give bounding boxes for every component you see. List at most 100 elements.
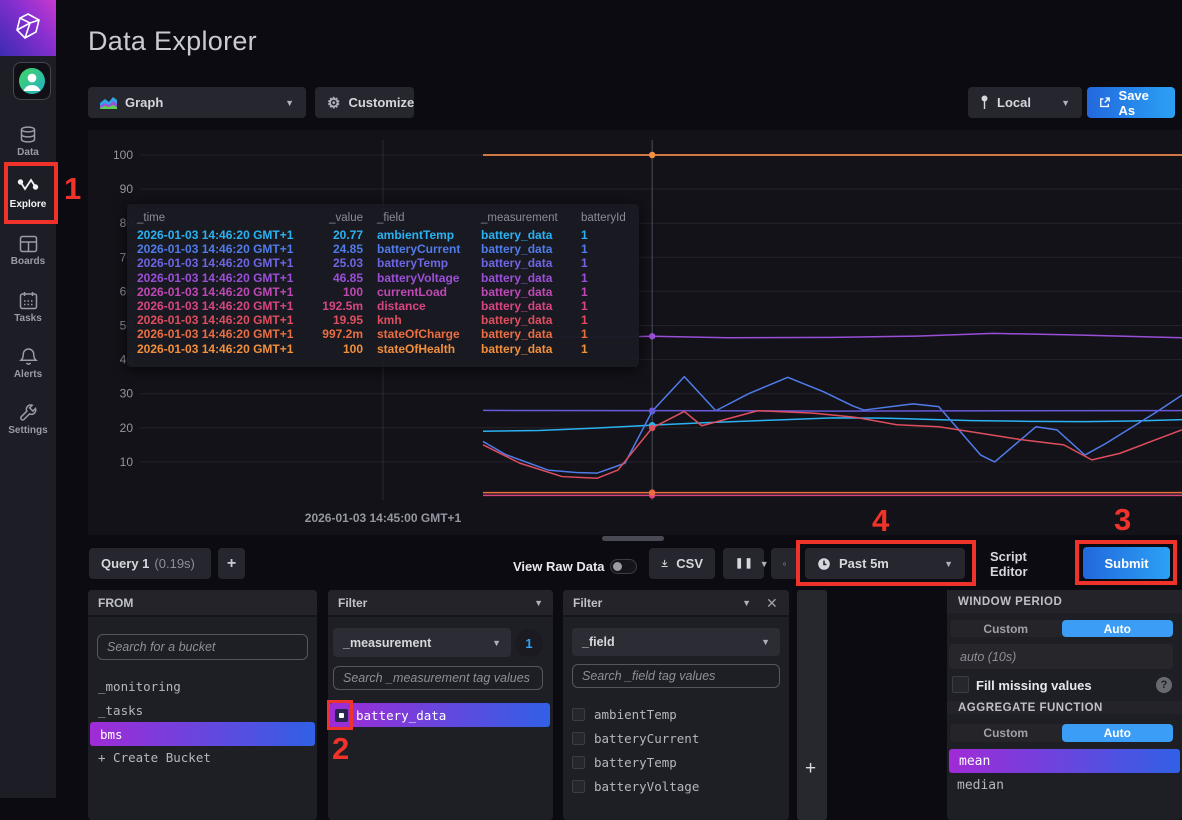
window-period-toggle[interactable]: Custom Auto [950,620,1173,637]
sidebar-item-data[interactable]: Data [0,126,56,158]
chevron-down-icon: ▼ [534,598,543,608]
visualization-type-dropdown[interactable]: Graph ▼ [88,87,306,118]
sidebar-item-alerts[interactable]: Alerts [0,347,56,380]
create-bucket-button[interactable]: + Create Bucket [98,750,211,765]
sidebar-item-boards[interactable]: Boards [0,235,56,267]
annotation-number-3: 3 [1114,502,1131,538]
checkbox-unchecked-icon[interactable] [572,756,585,769]
add-filter-plus-icon[interactable]: + [805,758,816,780]
measurement-search-input[interactable]: Search _measurement tag values [333,666,543,690]
sidebar-item-settings[interactable]: Settings [0,403,56,436]
measurement-search-placeholder: Search _measurement tag values [343,671,530,685]
script-editor-label: Script Editor [990,549,1049,579]
aggregate-function-median[interactable]: median [947,773,1182,797]
checkbox-unchecked-icon[interactable] [572,732,585,745]
aggregate-function-list: meanmedian [947,749,1182,797]
sidebar-item-explore[interactable]: Explore [0,174,56,210]
field-value-batteryTemp[interactable]: batteryTemp [563,750,789,774]
aggregate-auto-option[interactable]: Auto [1062,724,1174,742]
checkbox-checked-icon[interactable] [335,709,348,722]
from-panel: FROM Search for a bucket _monitoring_tas… [88,590,317,820]
tooltip-cell: 2026-01-03 14:46:20 GMT+1 [137,313,307,327]
field-value-batteryCurrent[interactable]: batteryCurrent [563,726,789,750]
tooltip-cell: 2026-01-03 14:46:20 GMT+1 [137,242,307,256]
window-custom-option[interactable]: Custom [950,620,1062,637]
window-period-value[interactable]: auto (10s) [949,644,1173,669]
timezone-dropdown[interactable]: Local ▼ [968,87,1082,118]
tooltip-cell: 1 [581,342,629,356]
aggregate-function-mean[interactable]: mean [949,749,1180,773]
checkbox-unchecked-icon[interactable] [572,780,585,793]
measurement-value-label: battery_data [356,708,446,723]
graph-type-icon [100,96,117,109]
tooltip-cell: 2026-01-03 14:46:20 GMT+1 [137,228,307,242]
bucket-item-bms[interactable]: bms [90,722,315,746]
refresh-button[interactable] [771,548,798,579]
tooltip-cell: 1 [581,299,629,313]
view-raw-data-toggle[interactable] [610,559,637,574]
tooltip-cell: stateOfCharge [363,327,481,341]
measurement-key-label: _measurement [343,636,431,650]
chevron-down-icon: ▼ [1061,98,1070,108]
field-search-input[interactable]: Search _field tag values [572,664,780,688]
tooltip-cell: batteryTemp [363,256,481,270]
save-as-label: Save As [1119,88,1163,118]
close-icon[interactable]: ✕ [766,595,778,612]
bucket-search-input[interactable]: Search for a bucket [97,634,308,660]
csv-download-button[interactable]: CSV [649,548,715,579]
filter1-header[interactable]: Filter ▼ [328,590,553,617]
tooltip-cell: 2026-01-03 14:46:20 GMT+1 [137,327,307,341]
from-title: FROM [98,596,133,610]
bucket-item-_tasks[interactable]: _tasks [88,698,317,722]
tooltip-cell: 1 [581,327,629,341]
save-as-button[interactable]: Save As [1087,87,1175,118]
window-auto-option[interactable]: Auto [1062,620,1174,637]
aggregate-custom-option[interactable]: Custom [950,724,1062,742]
chevron-down-icon: ▼ [761,637,770,647]
filter2-header[interactable]: Filter ▼ [563,590,789,617]
tooltip-cell: 1 [581,228,629,242]
tooltip-header: _measurement [481,212,581,228]
sidebar-item-label: Settings [8,425,47,436]
pause-refresh-button[interactable]: ❚❚ ▼ [723,548,764,579]
field-value-list: ambientTempbatteryCurrentbatteryTemp batt… [563,702,789,798]
plus-icon: + [227,555,236,573]
submit-button[interactable]: Submit [1083,547,1170,579]
influxdb-logo[interactable] [0,0,56,56]
customize-button[interactable]: ⚙ Customize [315,87,414,118]
checkbox-unchecked-icon[interactable] [572,708,585,721]
filter1-title: Filter [338,596,367,610]
clock-icon [817,557,831,571]
create-bucket-label: + Create Bucket [98,750,211,765]
script-editor-button[interactable]: Script Editor [978,548,1061,579]
download-icon [661,557,668,570]
field-value-label: batteryVoltage [594,779,699,794]
fill-missing-label: Fill missing values [976,678,1092,693]
timezone-label: Local [997,95,1031,110]
from-panel-header: FROM [88,590,317,617]
tooltip-cell: stateOfHealth [363,342,481,356]
time-range-label: Past 5m [839,556,889,571]
add-query-button[interactable]: + [218,548,245,579]
fill-missing-checkbox[interactable] [952,676,969,693]
avatar[interactable] [13,62,51,100]
time-range-dropdown[interactable]: Past 5m ▼ [805,548,965,579]
field-filter-panel: Filter ▼ ✕ _field ▼ Search _field tag va… [563,590,789,820]
svg-text:30: 30 [120,387,134,401]
field-value-batteryVoltage[interactable]: batteryVoltage [563,774,789,798]
resize-drag-handle[interactable] [602,536,664,541]
measurement-value-battery-data[interactable]: battery_data [329,703,550,727]
tooltip-cell: battery_data [481,271,581,285]
tooltip-cell: batteryVoltage [363,271,481,285]
field-search-placeholder: Search _field tag values [582,669,715,683]
bucket-item-_monitoring[interactable]: _monitoring [88,674,317,698]
field-key-dropdown[interactable]: _field ▼ [572,628,780,656]
field-value-ambientTemp[interactable]: ambientTemp [563,702,789,726]
add-filter-column[interactable]: + [797,590,827,820]
measurement-key-dropdown[interactable]: _measurement ▼ [333,628,511,657]
query-tab[interactable]: Query 1 (0.19s) [89,548,211,579]
chevron-down-icon: ▼ [285,98,294,108]
aggregate-toggle[interactable]: Custom Auto [950,724,1173,742]
help-icon[interactable]: ? [1156,677,1172,693]
sidebar-item-tasks[interactable]: Tasks [0,291,56,324]
